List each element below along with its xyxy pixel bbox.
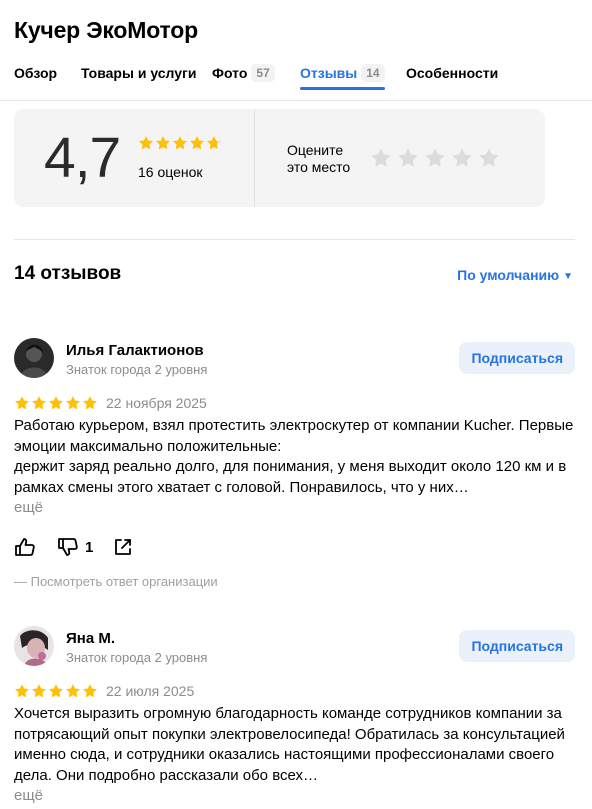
tab-label: Особенности [406,65,499,81]
tab-overview[interactable]: Обзор [14,60,57,90]
rate-prompt-line: это место [287,159,351,175]
review-text: Хочется выразить огромную благодарность … [14,705,565,784]
review-card: Яна М. Знаток города 2 уровня Подписатьс… [14,626,575,809]
rate-stars-input [370,147,500,169]
star-icon [49,396,63,410]
share-button[interactable] [113,537,133,557]
rate-star-icon[interactable] [478,147,500,169]
tab-photos[interactable]: Фото 57 [212,60,275,90]
review-actions: 1 [14,537,133,557]
star-icon [66,396,80,410]
star-icon [190,136,204,150]
rating-count: 16 оценок [138,164,203,180]
rate-star-icon[interactable] [424,147,446,169]
review-author-level: Знаток города 2 уровня [66,362,208,377]
subscribe-button[interactable]: Подписаться [459,630,575,662]
rating-card: 4,7 16 оценок Оцените это место [14,109,545,207]
star-icon [139,136,153,150]
star-icon [156,136,170,150]
star-icon [32,396,46,410]
section-divider [14,239,575,240]
thumbs-up-icon [15,538,35,556]
read-more-link[interactable]: ещё [14,499,43,516]
review-author-level: Знаток города 2 уровня [66,650,208,665]
dislike-button[interactable]: 1 [57,537,93,557]
star-icon [15,396,29,410]
star-icon [15,684,29,698]
page-title: Кучер ЭкоМотор [14,17,198,43]
star-icon [83,396,97,410]
reviews-count-heading: 14 отзывов [14,263,122,284]
review-date: 22 ноября 2025 [106,395,207,411]
tab-label: Отзывы [300,65,358,81]
avatar[interactable] [14,626,54,666]
tab-features[interactable]: Особенности [406,60,498,90]
tab-goods-services[interactable]: Товары и услуги [81,60,196,90]
star-icon [66,684,80,698]
card-separator [254,109,255,207]
subscribe-button[interactable]: Подписаться [459,342,575,374]
review-text: Работаю курьером, взял протестить электр… [14,417,574,496]
rate-prompt-line: Оцените [287,142,344,158]
read-more-link[interactable]: ещё [14,787,43,804]
tab-count-badge: 57 [251,64,275,82]
dislike-count: 1 [85,538,94,556]
star-icon [173,136,187,150]
tab-label: Фото [212,65,248,81]
tab-reviews[interactable]: Отзывы 14 [300,60,385,90]
like-button[interactable] [14,537,36,557]
rating-stars [138,135,222,151]
rate-place-label: Оцените это место [287,142,350,176]
review-card: Илья Галактионов Знаток города 2 уровня … [14,338,575,598]
tab-count-badge: 14 [361,64,385,82]
share-icon [115,539,132,555]
avatar[interactable] [14,338,54,378]
tabs-divider [0,100,592,101]
thumbs-down-icon [58,538,78,556]
star-icon [207,136,221,150]
tab-label: Обзор [14,65,58,81]
star-icon [49,684,63,698]
rate-star-icon[interactable] [370,147,392,169]
review-author[interactable]: Илья Галактионов [66,342,204,359]
rate-star-icon[interactable] [451,147,473,169]
rate-star-icon[interactable] [397,147,419,169]
review-date: 22 июля 2025 [106,683,195,699]
view-org-answer-link[interactable]: — Посмотреть ответ организации [14,574,218,589]
review-stars [14,395,98,411]
tab-label: Товары и услуги [81,65,197,81]
star-icon [83,684,97,698]
sort-dropdown[interactable]: По умолчанию ▼ [457,267,573,283]
sort-label: По умолчанию [457,267,560,283]
star-icon [32,684,46,698]
rating-value: 4,7 [44,126,121,190]
review-author[interactable]: Яна М. [66,630,115,647]
caret-down-icon: ▼ [563,271,573,282]
review-stars [14,683,98,699]
